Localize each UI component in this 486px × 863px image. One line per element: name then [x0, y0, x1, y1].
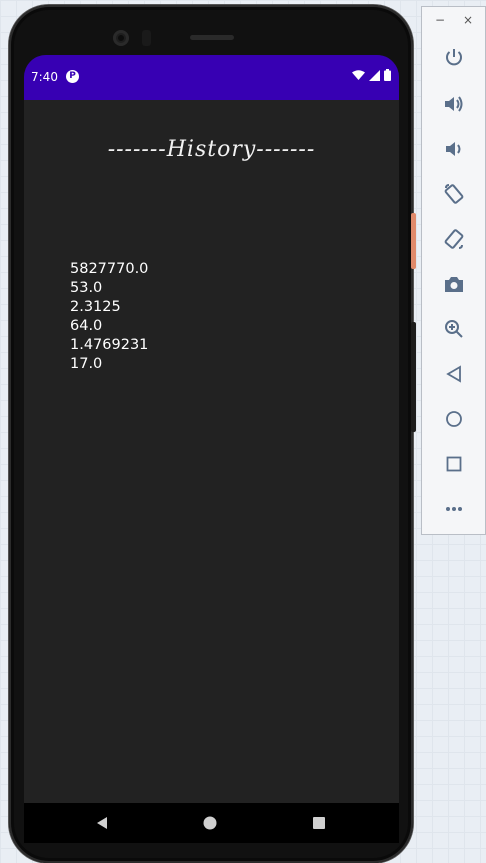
- rotate-right-icon: [444, 229, 464, 249]
- phone-screen: 7:40 P -------History------- 5827770.0 5…: [24, 55, 399, 843]
- earpiece-speaker: [190, 35, 234, 40]
- volume-up-icon: [445, 96, 463, 112]
- back-icon: [446, 365, 461, 383]
- emulator-toolbar: − ×: [421, 6, 486, 535]
- history-item: 53.0: [70, 280, 103, 296]
- history-list: 5827770.0 53.0 2.3125 64.0 1.4769231 17.…: [70, 260, 148, 374]
- toolbar-window-controls: − ×: [422, 13, 485, 29]
- nav-home-button[interactable]: [203, 815, 217, 834]
- nav-back-button[interactable]: [95, 815, 109, 834]
- more-icon: [446, 507, 462, 511]
- status-bar: 7:40 P: [24, 55, 399, 100]
- home-button[interactable]: [442, 407, 466, 431]
- history-item: 1.4769231: [70, 337, 149, 353]
- back-triangle-icon: [97, 817, 107, 829]
- close-button[interactable]: ×: [463, 13, 473, 27]
- signal-icon: [369, 69, 380, 81]
- overview-button[interactable]: [442, 452, 466, 476]
- history-item: 5827770.0: [70, 261, 149, 277]
- app-notification-icon: P: [66, 70, 79, 83]
- overview-icon: [446, 456, 462, 472]
- home-icon: [446, 411, 462, 427]
- more-button[interactable]: [442, 497, 466, 521]
- overview-square-icon: [313, 817, 325, 829]
- power-side-button[interactable]: [411, 213, 416, 269]
- rotate-right-button[interactable]: [442, 227, 466, 251]
- volume-side-button[interactable]: [411, 322, 416, 432]
- volume-down-icon: [446, 142, 461, 156]
- volume-up-button[interactable]: [442, 92, 466, 116]
- history-item: 17.0: [70, 356, 103, 372]
- power-icon: [446, 49, 462, 66]
- rotate-left-button[interactable]: [442, 182, 466, 206]
- back-button[interactable]: [442, 362, 466, 386]
- screenshot-button[interactable]: [442, 272, 466, 296]
- battery-icon: [384, 69, 391, 81]
- status-time: 7:40: [31, 70, 58, 84]
- navigation-bar: [24, 803, 399, 843]
- history-item: 64.0: [70, 318, 103, 334]
- power-button[interactable]: [442, 45, 466, 69]
- sensor: [142, 30, 151, 46]
- zoom-icon: [445, 320, 463, 338]
- volume-down-button[interactable]: [442, 137, 466, 161]
- wifi-icon: [352, 69, 365, 80]
- camera-icon: [445, 277, 463, 292]
- home-circle-icon: [203, 816, 217, 830]
- system-icons: [352, 69, 391, 81]
- history-item: 2.3125: [70, 299, 121, 315]
- minimize-button[interactable]: −: [435, 13, 445, 27]
- nav-overview-button[interactable]: [312, 815, 326, 834]
- front-camera: [113, 30, 129, 46]
- history-title: -------History-------: [107, 137, 316, 162]
- zoom-button[interactable]: [442, 317, 466, 341]
- rotate-left-icon: [444, 184, 464, 204]
